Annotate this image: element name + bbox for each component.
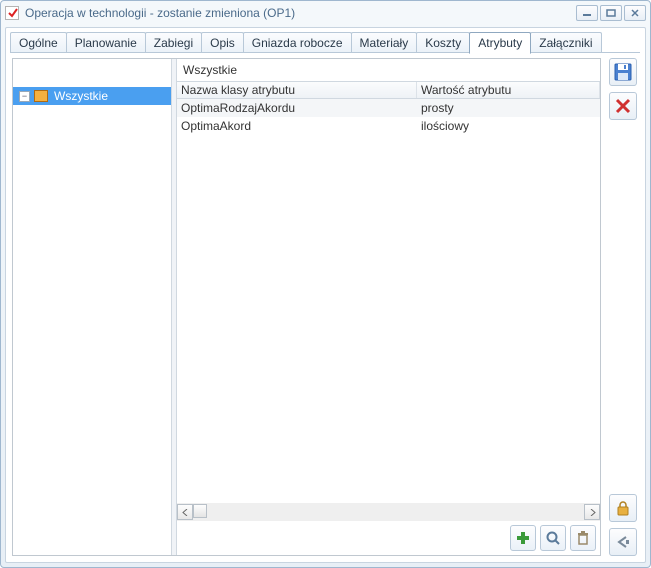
x-icon (615, 98, 631, 114)
delete-button[interactable] (570, 525, 596, 551)
tree-item-wszystkie[interactable]: − Wszystkie (13, 87, 171, 105)
scroll-left-button[interactable] (177, 504, 193, 520)
grid-header: Nazwa klasy atrybutu Wartość atrybutu (177, 81, 600, 99)
column-name[interactable]: Nazwa klasy atrybutu (177, 82, 417, 98)
save-button[interactable] (609, 58, 637, 86)
tree[interactable]: − Wszystkie (13, 87, 171, 555)
cell-name: OptimaAkord (177, 117, 417, 135)
chevron-left-icon (182, 509, 189, 516)
attribute-grid[interactable]: Nazwa klasy atrybutu Wartość atrybutu Op… (177, 81, 600, 503)
add-button[interactable] (510, 525, 536, 551)
lock-button[interactable] (609, 494, 637, 522)
trash-icon (575, 530, 591, 546)
chevron-right-icon (589, 509, 596, 516)
window-title: Operacja w technologii - zostanie zmieni… (25, 6, 574, 20)
maximize-button[interactable] (600, 5, 622, 21)
list-caption-text: Wszystkie (183, 63, 237, 77)
list-caption: Wszystkie (177, 59, 600, 81)
titlebar: Operacja w technologii - zostanie zmieni… (1, 1, 650, 25)
history-button[interactable] (609, 528, 637, 556)
tab-koszty[interactable]: Koszty (416, 32, 470, 53)
plus-icon (515, 530, 531, 546)
tab-atrybuty[interactable]: Atrybuty (469, 32, 531, 54)
app-window: Operacja w technologii - zostanie zmieni… (0, 0, 651, 568)
scroll-right-button[interactable] (584, 504, 600, 520)
scroll-thumb[interactable] (193, 504, 207, 518)
grid-pane: Wszystkie Nazwa klasy atrybutu Wartość a… (177, 59, 600, 521)
tab-zalaczniki[interactable]: Załączniki (530, 32, 601, 53)
tree-expander[interactable]: − (19, 91, 30, 102)
side-toolbar (607, 58, 639, 556)
magnifier-icon (545, 530, 561, 546)
tab-body: − Wszystkie Wszystkie Nazwa klasy atrybu… (12, 58, 639, 556)
scroll-track[interactable] (193, 504, 584, 520)
lock-icon (615, 500, 631, 516)
column-value[interactable]: Wartość atrybutu (417, 82, 600, 98)
tree-pane: − Wszystkie (13, 59, 171, 555)
toolbar-spacer (609, 126, 637, 488)
cell-value: prosty (417, 99, 600, 117)
tab-ogolne[interactable]: Ogólne (10, 32, 67, 53)
close-button[interactable] (624, 5, 646, 21)
client-area: Ogólne Planowanie Zabiegi Opis Gniazda r… (5, 27, 646, 563)
table-row[interactable]: OptimaRodzajAkordu prosty (177, 99, 600, 117)
grid-footer (177, 521, 600, 555)
cell-name: OptimaRodzajAkordu (177, 99, 417, 117)
minimize-button[interactable] (576, 5, 598, 21)
tab-materialy[interactable]: Materiały (351, 32, 418, 53)
app-icon (5, 6, 19, 20)
arrow-left-icon (615, 534, 631, 550)
tab-bar: Ogólne Planowanie Zabiegi Opis Gniazda r… (6, 28, 645, 53)
horizontal-scrollbar[interactable] (177, 503, 600, 521)
tab-opis[interactable]: Opis (201, 32, 244, 53)
floppy-icon (614, 63, 632, 81)
tab-zabiegi[interactable]: Zabiegi (145, 32, 202, 53)
search-button[interactable] (540, 525, 566, 551)
folder-icon (34, 90, 48, 102)
table-row[interactable]: OptimaAkord ilościowy (177, 117, 600, 135)
tab-planowanie[interactable]: Planowanie (66, 32, 146, 53)
tab-gniazda[interactable]: Gniazda robocze (243, 32, 352, 53)
cell-value: ilościowy (417, 117, 600, 135)
cancel-button[interactable] (609, 92, 637, 120)
main-area: − Wszystkie Wszystkie Nazwa klasy atrybu… (12, 58, 601, 556)
tree-item-label: Wszystkie (54, 89, 108, 103)
